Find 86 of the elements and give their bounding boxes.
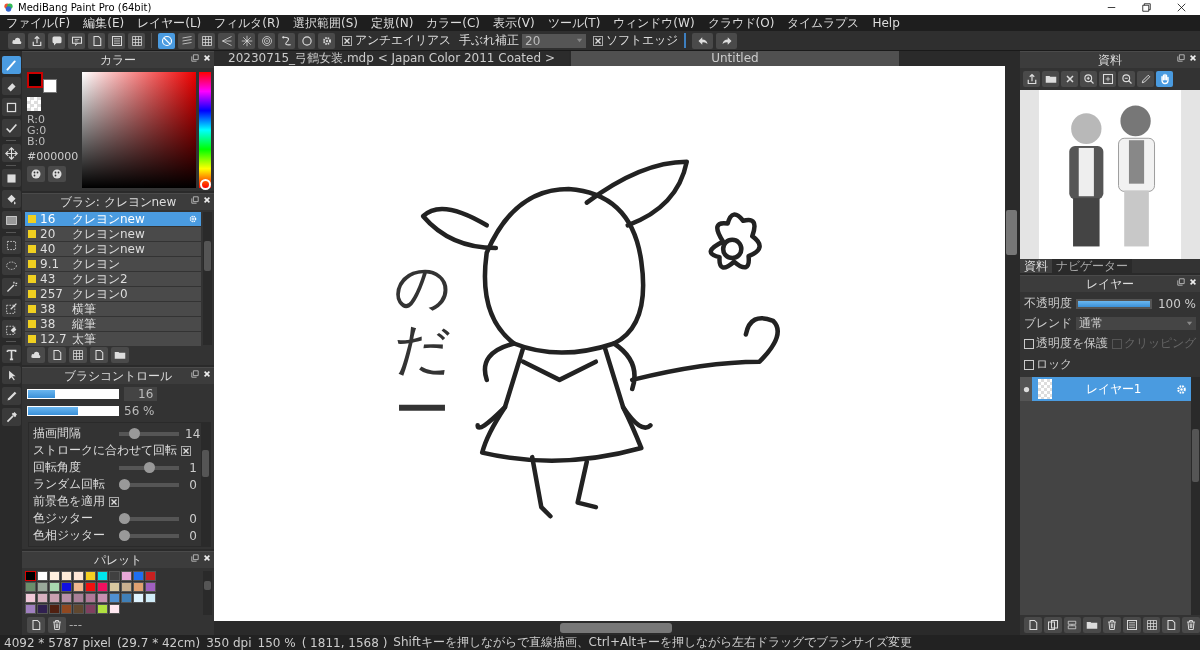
rgb-value: B:0: [27, 136, 47, 147]
status-text: ( 1811, 1568 ): [301, 635, 388, 650]
checkbox-label: 透明度を保護: [1036, 335, 1108, 352]
setting-value: 0: [188, 511, 197, 526]
brush-name: クレヨンnew: [72, 242, 146, 256]
brush-name: 太筆: [72, 332, 97, 346]
brush-size: 9.1: [40, 257, 61, 271]
checkbox-label: アンチエイリアス: [355, 32, 451, 49]
status-text: Shiftキーを押しながらで直線描画、Ctrl+Altキーを押しながら左右ドラッグでブラシサイズ変更: [393, 634, 913, 650]
hex-value: #000000: [27, 150, 79, 163]
window-title: MediBang Paint Pro (64bit): [18, 2, 152, 13]
brush-size: 43: [40, 272, 57, 286]
checkbox-label: ロック: [1036, 356, 1072, 373]
handwritten-text: のだー: [394, 256, 450, 441]
menu-item[interactable]: 編集(E): [83, 14, 125, 32]
brush-name: クレヨンnew: [72, 227, 146, 241]
menu-item[interactable]: ファイル(F): [6, 14, 71, 32]
setting-label: 色相ジッター: [33, 527, 106, 544]
checkbox-label: ソフトエッジ: [606, 32, 678, 49]
brush-size: 257: [40, 287, 64, 301]
stabilizer-label: 手ぶれ補正: [459, 32, 519, 49]
opacity-value: 56 %: [124, 404, 155, 418]
menu-item[interactable]: ウィンドウ(W): [613, 14, 695, 32]
menu-item[interactable]: タイムラプス: [787, 14, 860, 32]
setting-label: 前景色を適用: [33, 493, 105, 510]
setting-label: 描画間隔: [33, 425, 82, 442]
size-value[interactable]: 16: [124, 387, 158, 401]
menu-item[interactable]: 定規(N): [370, 14, 414, 32]
panel-title: レイヤー: [1086, 275, 1134, 293]
opacity-label: 不透明度: [1024, 295, 1070, 312]
menu-item[interactable]: 表示(V): [493, 14, 535, 32]
status-text: 4092 * 5787 pixel: [4, 635, 111, 650]
brush-size: 16: [40, 212, 57, 226]
menu-item[interactable]: レイヤー(L): [137, 14, 202, 32]
panel-title: 資料: [1098, 51, 1122, 69]
brush-name: クレヨン2: [72, 272, 129, 286]
setting-label: 回転角度: [33, 459, 82, 476]
status-text: 350 dpi: [206, 635, 252, 650]
brush-size: 20: [40, 227, 57, 241]
panel-title: カラー: [100, 51, 136, 69]
menu-item[interactable]: フィルタ(R): [214, 14, 280, 32]
panel-title: ブラシコントロール: [64, 367, 172, 385]
brush-row[interactable]: 20 クレヨンnew: [25, 227, 201, 241]
menu-item[interactable]: カラー(C): [426, 14, 481, 32]
panel-tab[interactable]: 資料: [1020, 259, 1052, 273]
opacity-value: 100 %: [1157, 296, 1196, 311]
blend-label: ブレンド: [1024, 315, 1070, 332]
brush-size: 12.7: [40, 332, 68, 346]
setting-label: 色ジッター: [33, 510, 94, 527]
setting-value: 1: [188, 460, 197, 475]
setting-value: 0: [188, 477, 197, 492]
panel-title: ブラシ: クレヨンnew: [59, 193, 177, 211]
brush-row[interactable]: 38 縦筆: [25, 317, 201, 331]
status-text: 150 %: [257, 635, 296, 650]
brush-row[interactable]: 257 クレヨン0: [25, 287, 201, 301]
brush-name: 縦筆: [72, 317, 97, 331]
rgb-value: G:0: [27, 125, 48, 136]
document-tab[interactable]: Untitled: [570, 51, 899, 66]
brush-name: 横筆: [72, 302, 97, 316]
menu-item[interactable]: Help: [872, 16, 900, 30]
layer-name: レイヤー1: [1084, 380, 1143, 398]
brush-size: 38: [40, 302, 57, 316]
panel-tab[interactable]: ナビゲーター: [1052, 259, 1132, 273]
setting-value: 0: [188, 528, 197, 543]
rgb-value: R:0: [27, 114, 46, 125]
status-text: (29.7 * 42cm): [116, 635, 201, 650]
brush-row[interactable]: 12.7 太筆: [25, 332, 201, 346]
menu-item[interactable]: 選択範囲(S): [293, 14, 358, 32]
brush-name: クレヨンnew: [72, 212, 146, 226]
brush-size: 40: [40, 242, 57, 256]
setting-label: ランダム回転: [33, 476, 106, 493]
brush-row[interactable]: 40 クレヨンnew: [25, 242, 201, 256]
menu-item[interactable]: クラウド(O): [707, 14, 775, 32]
menu-item[interactable]: ツール(T): [547, 14, 601, 32]
brush-name: クレヨン0: [72, 287, 129, 301]
brush-row[interactable]: 9.1 クレヨン: [25, 257, 201, 271]
canvas[interactable]: のだー: [214, 66, 1005, 621]
panel-title: パレット: [94, 551, 142, 569]
setting-label: ストロークに合わせて回転: [33, 442, 177, 459]
palette-name: ---: [69, 618, 82, 632]
brush-row[interactable]: 38 横筆: [25, 302, 201, 316]
brush-size: 38: [40, 317, 57, 331]
blend-dropdown[interactable]: 通常: [1076, 317, 1196, 330]
brush-name: クレヨン: [72, 257, 121, 271]
brush-row[interactable]: 43 クレヨン2: [25, 272, 201, 286]
stabilizer-dropdown[interactable]: 20: [522, 33, 586, 48]
